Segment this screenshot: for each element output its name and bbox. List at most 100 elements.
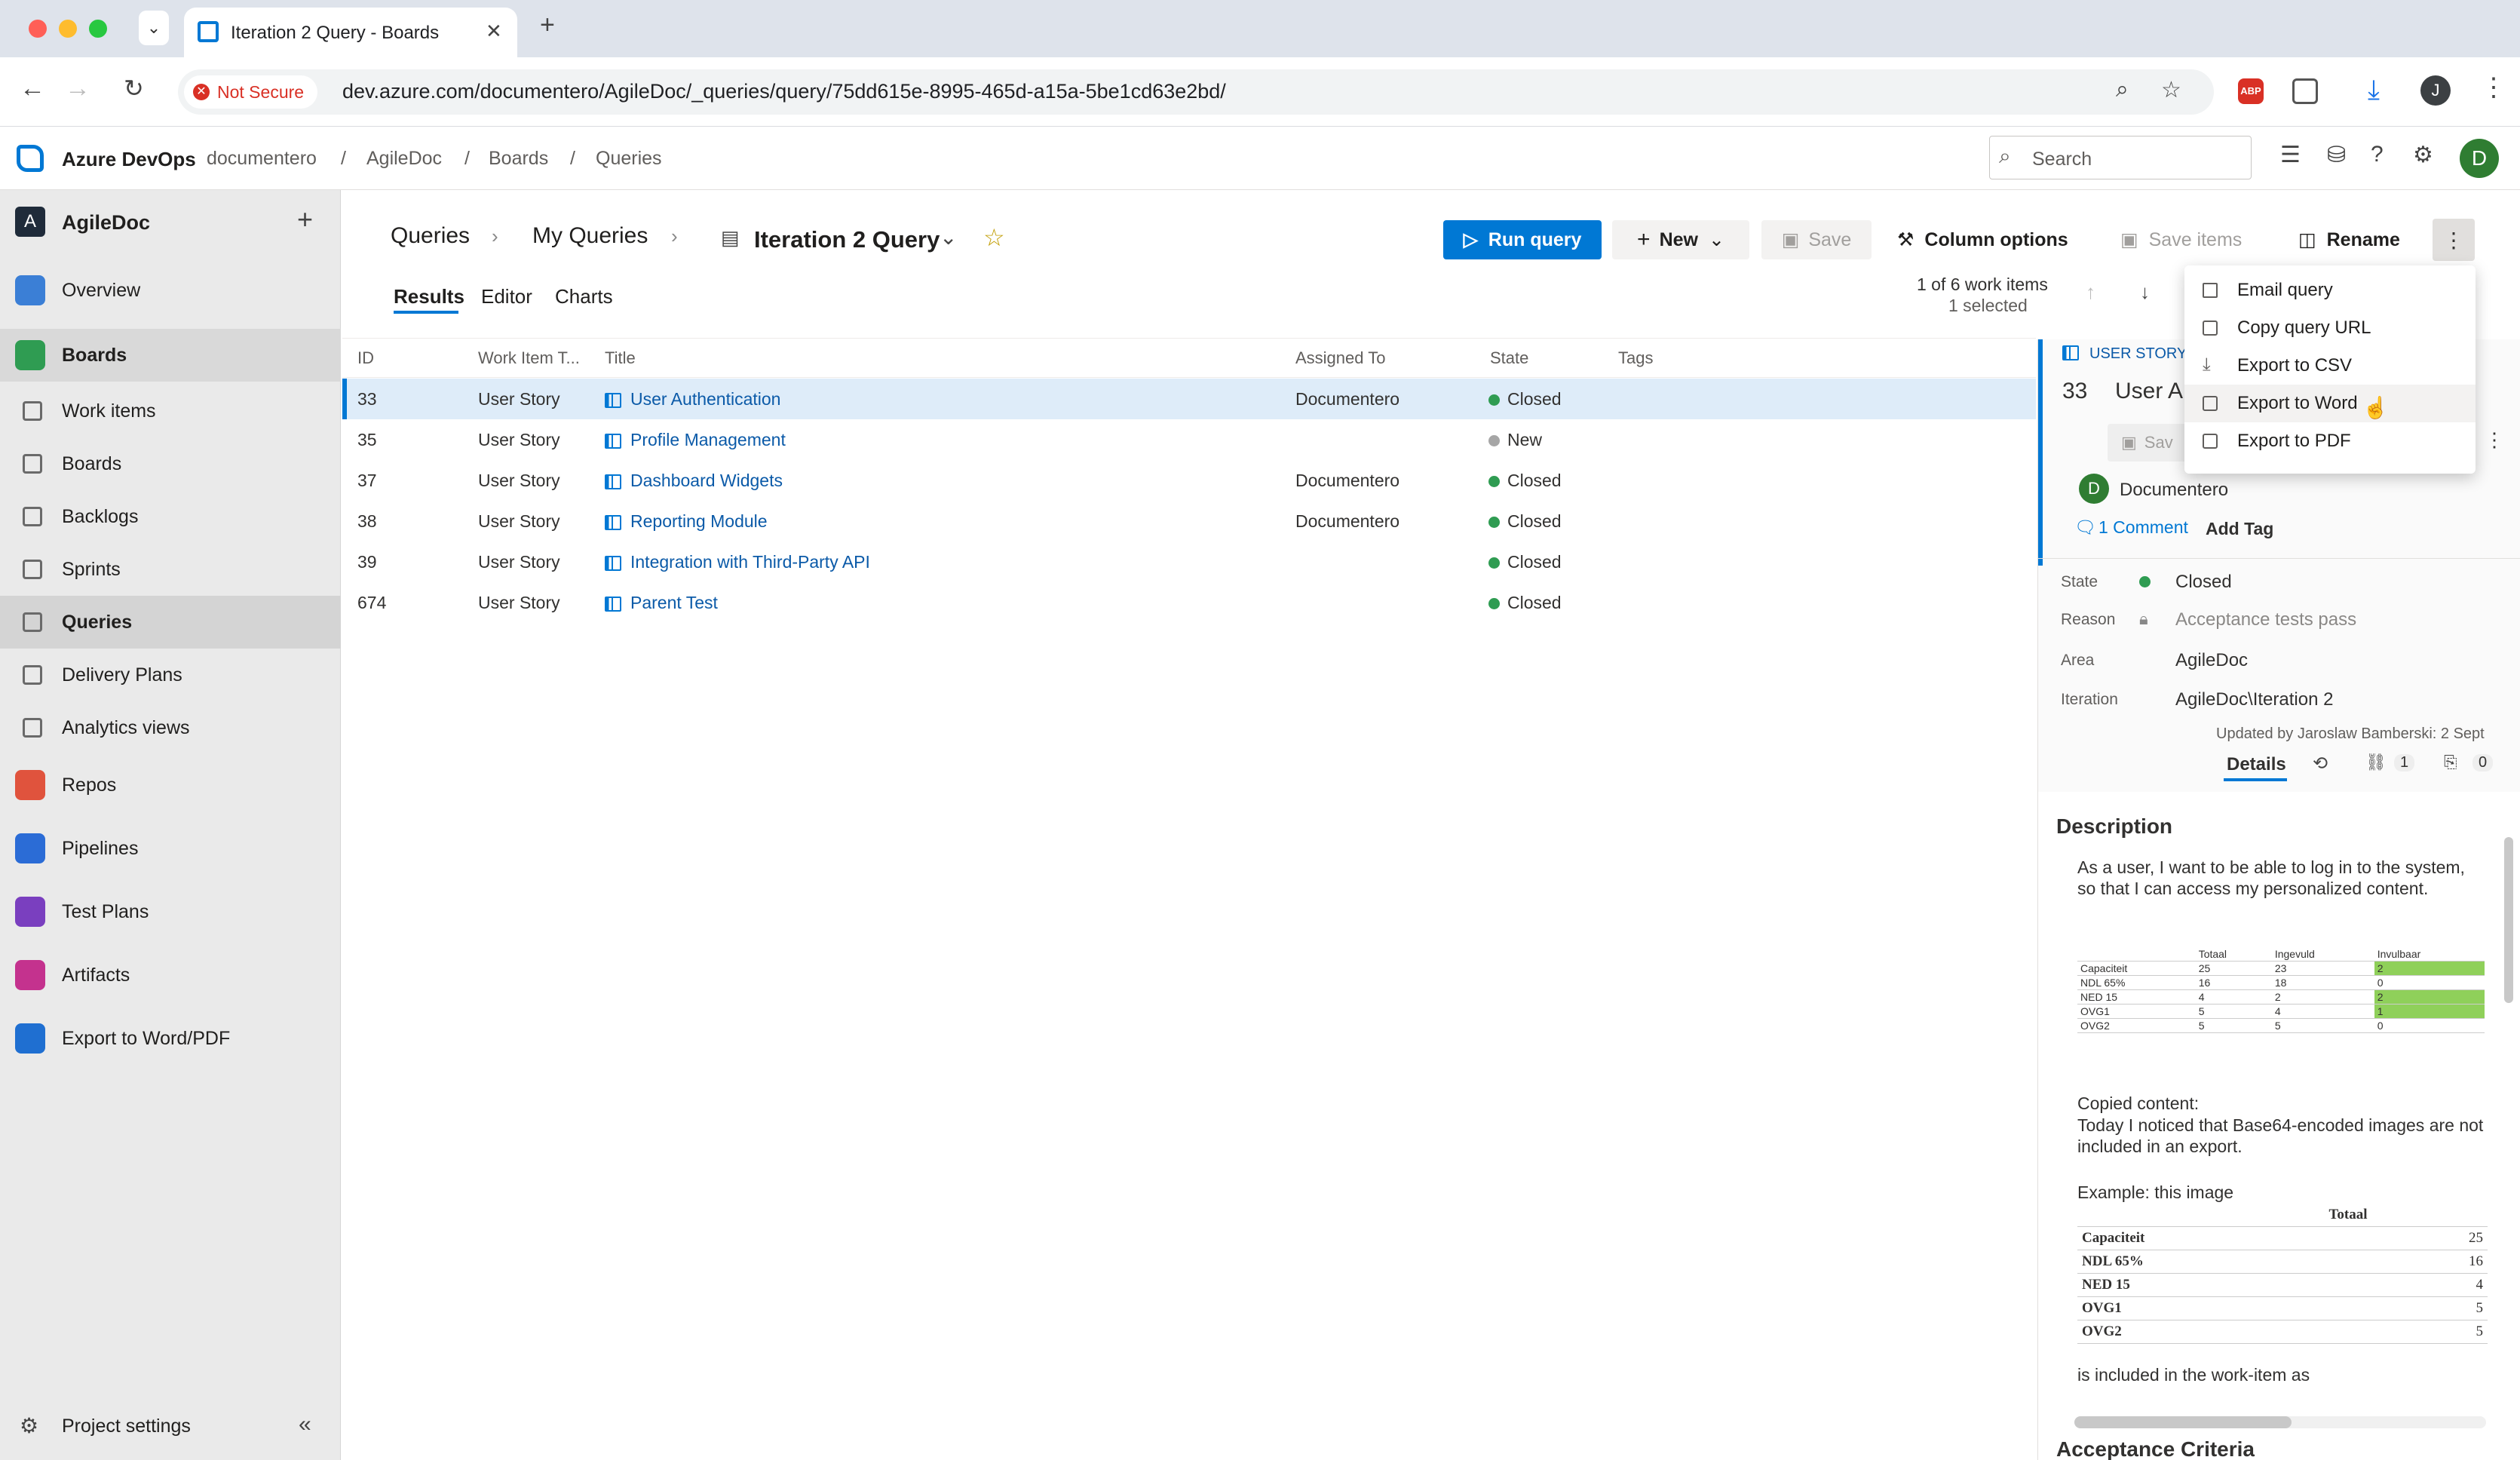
extensions-puzzle-icon[interactable]: [2292, 78, 2318, 104]
work-item-title-link[interactable]: Parent Test: [630, 593, 718, 612]
nav-repos[interactable]: Repos: [0, 759, 341, 811]
column-header-assigned[interactable]: Assigned To: [1295, 339, 1385, 377]
help-icon[interactable]: ?: [2371, 142, 2384, 167]
add-tag-button[interactable]: Add Tag: [2206, 519, 2273, 539]
menu-item-export-pdf[interactable]: Export to PDF: [2184, 422, 2476, 460]
downloads-icon[interactable]: ⤓: [2368, 74, 2380, 106]
nav-artifacts[interactable]: Artifacts: [0, 949, 341, 1001]
history-icon[interactable]: ⟲: [2313, 753, 2328, 774]
column-header-state[interactable]: State: [1490, 339, 1528, 377]
nav-work-items[interactable]: Work items: [0, 385, 341, 437]
assignee-name[interactable]: Documentero: [2120, 480, 2228, 501]
address-bar[interactable]: ✕ Not Secure dev.azure.com/documentero/A…: [178, 69, 2214, 115]
tab-list-chevron-icon[interactable]: ⌄: [139, 11, 169, 45]
horizontal-scrollbar[interactable]: [2074, 1416, 2486, 1428]
column-header-id[interactable]: ID: [357, 339, 374, 377]
project-name[interactable]: AgileDoc: [62, 211, 150, 235]
zoom-icon[interactable]: ⌕: [2116, 77, 2129, 103]
back-icon[interactable]: ←: [20, 74, 45, 103]
security-chip[interactable]: ✕ Not Secure: [184, 75, 318, 109]
run-query-button[interactable]: ▷ Run query: [1443, 220, 1602, 259]
nav-test-plans[interactable]: Test Plans: [0, 885, 341, 938]
user-settings-icon[interactable]: ⚙: [2413, 142, 2433, 168]
column-header-type[interactable]: Work Item T...: [478, 339, 580, 377]
brand-name[interactable]: Azure DevOps: [62, 148, 196, 171]
new-tab-icon[interactable]: +: [540, 11, 555, 40]
nav-boards-hub[interactable]: Boards: [0, 329, 341, 382]
browser-profile-avatar[interactable]: J: [2420, 75, 2451, 106]
attachment-icon[interactable]: ⎘: [2444, 753, 2457, 772]
menu-item-export-word[interactable]: Export to Word ☝: [2184, 385, 2476, 422]
menu-item-export-csv[interactable]: ⤓ Export to CSV: [2184, 347, 2476, 385]
nav-export-word-pdf[interactable]: Export to Word/PDF: [0, 1012, 341, 1065]
url-text[interactable]: dev.azure.com/documentero/AgileDoc/_quer…: [342, 80, 1226, 103]
save-items-button[interactable]: ▣ Save items: [2120, 220, 2242, 259]
iteration-value[interactable]: AgileDoc\Iteration 2: [2175, 689, 2333, 710]
crumb-my-queries[interactable]: My Queries: [532, 223, 648, 249]
nav-delivery-plans[interactable]: Delivery Plans: [0, 649, 341, 701]
comments-link[interactable]: 1 Comment: [2098, 517, 2188, 538]
adblock-extension-icon[interactable]: ABP: [2238, 78, 2264, 104]
area-value[interactable]: AgileDoc: [2175, 650, 2248, 671]
browser-menu-icon[interactable]: ⋮: [2481, 72, 2506, 103]
minimize-window-icon[interactable]: [59, 20, 77, 38]
new-button[interactable]: + New ⌄: [1612, 220, 1749, 259]
arrow-up-icon[interactable]: ↑: [2086, 281, 2095, 304]
work-item-title-link[interactable]: Dashboard Widgets: [630, 471, 783, 490]
menu-item-copy-query-url[interactable]: Copy query URL: [2184, 309, 2476, 347]
nav-backlogs[interactable]: Backlogs: [0, 490, 341, 543]
reload-icon[interactable]: ↻: [124, 74, 144, 103]
table-row[interactable]: 33 User Story User Authentication Docume…: [342, 379, 2036, 419]
nav-sprints[interactable]: Sprints: [0, 543, 341, 596]
add-icon[interactable]: +: [297, 204, 313, 235]
query-title[interactable]: Iteration 2 Query: [754, 226, 940, 253]
tab-results[interactable]: Results: [394, 285, 464, 308]
crumb-queries[interactable]: Queries: [391, 223, 470, 249]
breadcrumb-queries[interactable]: Queries: [596, 148, 662, 170]
work-item-title-link[interactable]: Profile Management: [630, 430, 786, 449]
links-icon[interactable]: ⛓: [2365, 753, 2387, 772]
marketplace-icon[interactable]: ⛁: [2327, 142, 2346, 168]
browser-tab-active[interactable]: Iteration 2 Query - Boards ✕: [184, 8, 517, 57]
column-options-button[interactable]: ⚒ Column options: [1897, 220, 2068, 259]
task-list-icon[interactable]: ☰: [2280, 142, 2301, 168]
nav-queries[interactable]: Queries: [0, 596, 341, 649]
bookmark-star-icon[interactable]: ☆: [2161, 77, 2181, 103]
org-link[interactable]: documentero: [207, 148, 317, 170]
work-item-title-link[interactable]: User Authentication: [630, 389, 780, 409]
rename-button[interactable]: ◫ Rename: [2298, 220, 2400, 259]
close-window-icon[interactable]: [29, 20, 47, 38]
breadcrumb-boards[interactable]: Boards: [489, 148, 548, 170]
collapse-sidebar-icon[interactable]: «: [299, 1412, 311, 1437]
menu-item-email-query[interactable]: Email query: [2184, 271, 2476, 309]
maximize-window-icon[interactable]: [89, 20, 107, 38]
header-search-box[interactable]: ⌕ Search: [1989, 136, 2252, 179]
nav-overview[interactable]: Overview: [0, 264, 341, 317]
column-header-tags[interactable]: Tags: [1618, 339, 1653, 377]
table-row[interactable]: 37 User Story Dashboard Widgets Document…: [342, 460, 2036, 501]
nav-analytics-views[interactable]: Analytics views: [0, 701, 341, 754]
more-actions-button[interactable]: ⋮: [2433, 219, 2475, 261]
user-avatar[interactable]: D: [2460, 139, 2499, 178]
work-item-title[interactable]: User A: [2115, 379, 2183, 404]
table-row[interactable]: 35 User Story Profile Management New: [342, 419, 2036, 460]
column-header-title[interactable]: Title: [605, 339, 636, 377]
work-item-title-link[interactable]: Reporting Module: [630, 511, 768, 531]
table-row[interactable]: 39 User Story Integration with Third-Par…: [342, 541, 2036, 582]
detail-more-icon[interactable]: ⋮: [2485, 428, 2504, 452]
tab-editor[interactable]: Editor: [481, 285, 532, 308]
forward-icon[interactable]: →: [65, 74, 90, 103]
tab-close-icon[interactable]: ✕: [486, 20, 502, 43]
save-button[interactable]: ▣ Save: [1761, 220, 1872, 259]
arrow-down-icon[interactable]: ↓: [2140, 281, 2150, 304]
project-settings[interactable]: ⚙ Project settings «: [0, 1400, 341, 1452]
state-value[interactable]: Closed: [2175, 572, 2232, 593]
work-item-title-link[interactable]: Integration with Third-Party API: [630, 552, 870, 572]
table-row[interactable]: 38 User Story Reporting Module Documente…: [342, 501, 2036, 541]
chevron-down-icon[interactable]: ⌄: [940, 225, 957, 250]
description-paragraph[interactable]: As a user, I want to be able to log in t…: [2077, 857, 2485, 899]
favorite-star-icon[interactable]: ☆: [983, 223, 1005, 252]
table-row[interactable]: 674 User Story Parent Test Closed: [342, 582, 2036, 623]
tab-charts[interactable]: Charts: [555, 285, 613, 308]
vertical-scrollbar[interactable]: [2504, 837, 2513, 1003]
